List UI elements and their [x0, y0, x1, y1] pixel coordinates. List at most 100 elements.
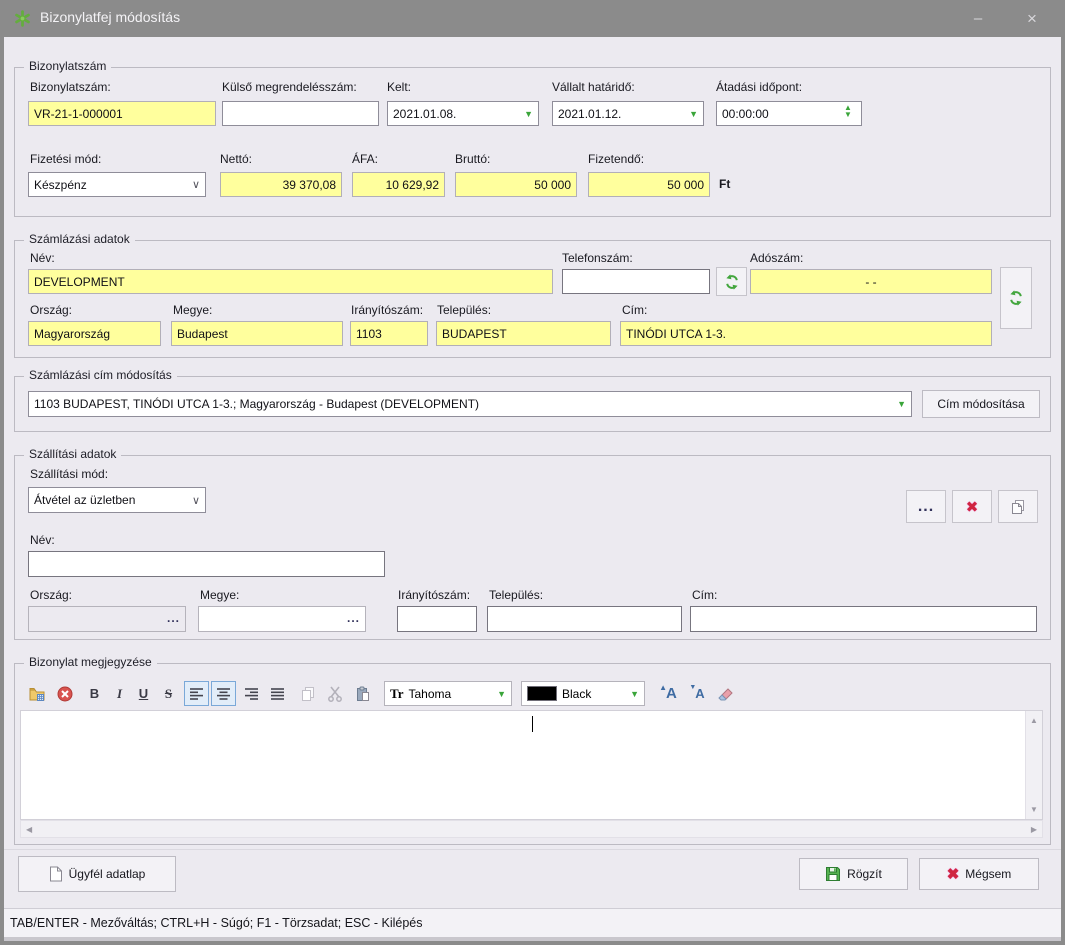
- billing-telepules-input[interactable]: [436, 321, 611, 346]
- cancel-icon: ✖: [947, 865, 960, 883]
- group-title: Szállítási adatok: [24, 447, 121, 461]
- adoszam-input[interactable]: [750, 269, 992, 294]
- eraser-button[interactable]: [712, 681, 737, 706]
- bizonylatszam-label: Bizonylatszám:: [30, 80, 111, 94]
- increase-font-button[interactable]: ▲A: [655, 681, 680, 706]
- scroll-left-icon[interactable]: ◀: [26, 825, 32, 834]
- ellipsis-icon[interactable]: ...: [347, 611, 360, 625]
- shipping-telepules-input[interactable]: [487, 606, 682, 632]
- justify-icon: [271, 688, 285, 700]
- bizonylatszam-input[interactable]: [28, 101, 216, 126]
- kulso-megrendelesszam-label: Külső megrendelésszám:: [222, 80, 357, 94]
- telefon-refresh-button[interactable]: [716, 267, 747, 296]
- copy-icon: [1010, 499, 1026, 515]
- scroll-right-icon[interactable]: ▶: [1031, 825, 1037, 834]
- billing-orszag-input[interactable]: [28, 321, 161, 346]
- align-right-button[interactable]: [239, 681, 264, 706]
- vallalt-hatarido-datepicker[interactable]: 2021.01.12. ▼: [552, 101, 704, 126]
- billing-megye-input[interactable]: [171, 321, 343, 346]
- document-icon: [49, 866, 63, 882]
- kulso-megrendelesszam-input[interactable]: [222, 101, 379, 126]
- fizetesi-mod-select[interactable]: Készpénz ∨: [28, 172, 206, 197]
- chevron-down-icon: ▼: [897, 399, 906, 409]
- minimize-button[interactable]: –: [953, 0, 1003, 37]
- atadasi-idopont-label: Átadási időpont:: [716, 80, 802, 94]
- cim-modositasa-button[interactable]: Cím módosítása: [922, 390, 1040, 418]
- ellipsis-icon[interactable]: ...: [167, 611, 180, 625]
- megsem-button[interactable]: ✖ Mégsem: [919, 858, 1039, 890]
- decrease-font-button[interactable]: ▼A: [684, 681, 709, 706]
- window-title: Bizonylatfej módosítás: [40, 9, 180, 25]
- status-text: TAB/ENTER - Mezőváltás; CTRL+H - Súgó; F…: [10, 916, 423, 930]
- brutto-input[interactable]: [455, 172, 577, 197]
- billing-cim-input[interactable]: [620, 321, 992, 346]
- align-left-button[interactable]: [184, 681, 209, 706]
- align-center-button[interactable]: [211, 681, 236, 706]
- italic-button[interactable]: I: [107, 681, 132, 706]
- dialog-window: Bizonylatfej módosítás – × Bizonylatszám…: [0, 0, 1065, 945]
- strikethrough-button[interactable]: S: [156, 681, 181, 706]
- shipping-iranyitoszam-input[interactable]: [397, 606, 477, 632]
- billing-nev-label: Név:: [30, 251, 55, 265]
- caret-up-icon: ▲: [659, 683, 667, 692]
- rogzit-button[interactable]: Rögzít: [799, 858, 908, 890]
- group-title: Számlázási adatok: [24, 232, 135, 246]
- ugyfel-adatlap-button[interactable]: Ügyfél adatlap: [18, 856, 176, 892]
- atadasi-idopont-spinner[interactable]: 00:00:00: [716, 101, 862, 126]
- text-caret: [532, 716, 533, 732]
- status-bar: TAB/ENTER - Mezőváltás; CTRL+H - Súgó; F…: [4, 908, 1061, 937]
- font-color-select[interactable]: Black ▼: [521, 681, 645, 706]
- shipping-delete-button[interactable]: ✖: [952, 490, 992, 523]
- billing-orszag-label: Ország:: [30, 303, 72, 317]
- chevron-down-icon: ▼: [689, 109, 698, 119]
- vertical-scrollbar[interactable]: ▲ ▼: [1025, 711, 1042, 819]
- close-button[interactable]: ×: [1007, 0, 1057, 37]
- chevron-down-icon: ▼: [630, 689, 639, 699]
- clear-note-button[interactable]: [52, 681, 77, 706]
- note-textarea[interactable]: ▲ ▼: [20, 710, 1043, 820]
- shipping-copy-button[interactable]: [998, 490, 1038, 523]
- scroll-up-icon[interactable]: ▲: [1030, 716, 1038, 725]
- fizetendo-input[interactable]: [588, 172, 710, 197]
- font-family-select[interactable]: Tr Tahoma ▼: [384, 681, 512, 706]
- billing-iranyitoszam-input[interactable]: [350, 321, 428, 346]
- shipping-cim-input[interactable]: [690, 606, 1037, 632]
- cut-icon: [327, 686, 343, 702]
- footer-divider: [4, 849, 1061, 850]
- justify-button[interactable]: [265, 681, 290, 706]
- caret-down-icon: ▼: [689, 684, 696, 691]
- horizontal-scrollbar[interactable]: ◀ ▶: [20, 820, 1043, 838]
- szallitasi-mod-select[interactable]: Átvétel az üzletben ∨: [28, 487, 206, 513]
- shipping-nev-input[interactable]: [28, 551, 385, 577]
- underline-button[interactable]: U: [131, 681, 156, 706]
- app-icon: [14, 10, 31, 27]
- shipping-orszag-label: Ország:: [30, 588, 72, 602]
- netto-input[interactable]: [220, 172, 342, 197]
- billing-address-select[interactable]: 1103 BUDAPEST, TINÓDI UTCA 1-3.; Magyaro…: [28, 391, 912, 417]
- afa-input[interactable]: [352, 172, 445, 197]
- billing-nev-input[interactable]: [28, 269, 553, 294]
- spin-down-icon[interactable]: ▼: [844, 111, 852, 118]
- align-center-icon: [217, 688, 231, 700]
- chevron-down-icon: ∨: [192, 494, 200, 507]
- shipping-megye-input[interactable]: ...: [198, 606, 366, 632]
- vallalt-hatarido-label: Vállalt határidő:: [552, 80, 635, 94]
- paste-icon: [355, 686, 371, 702]
- copy-text-button[interactable]: [295, 681, 320, 706]
- shipping-orszag-input[interactable]: ...: [28, 606, 186, 632]
- time-spinner-arrows[interactable]: ▲▼: [844, 104, 852, 118]
- currency-label: Ft: [719, 177, 730, 191]
- shipping-megye-label: Megye:: [200, 588, 239, 602]
- ellipsis-icon: ...: [918, 498, 934, 516]
- shipping-lookup-button[interactable]: ...: [906, 490, 946, 523]
- bold-button[interactable]: B: [82, 681, 107, 706]
- scroll-down-icon[interactable]: ▼: [1030, 805, 1038, 814]
- kelt-datepicker[interactable]: 2021.01.08. ▼: [387, 101, 539, 126]
- billing-refresh-button[interactable]: [1000, 267, 1032, 329]
- paste-button[interactable]: [350, 681, 375, 706]
- cut-button[interactable]: [322, 681, 347, 706]
- billing-telepules-label: Település:: [437, 303, 491, 317]
- open-icon: [29, 686, 45, 702]
- telefonszam-input[interactable]: [562, 269, 710, 294]
- open-note-button[interactable]: [24, 681, 49, 706]
